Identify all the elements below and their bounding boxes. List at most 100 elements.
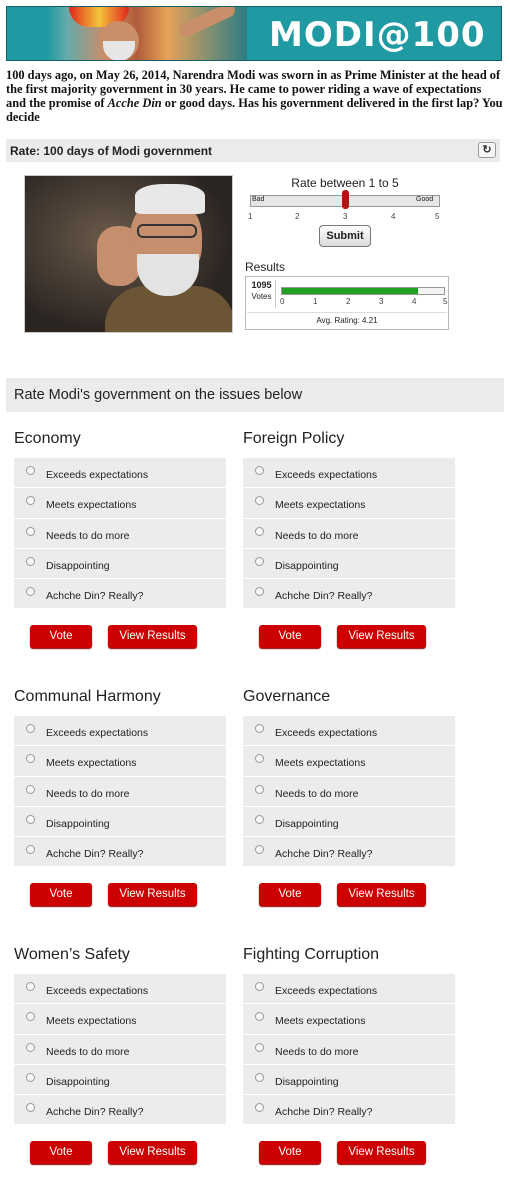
radio-button[interactable]: [26, 496, 35, 506]
poll-actions: Vote View Results: [14, 883, 226, 923]
option-label: Achche Din? Really?: [46, 1106, 144, 1119]
votes-cell: 1095 Votes: [248, 280, 276, 308]
slider-tick-label: 5: [435, 212, 440, 221]
vote-button[interactable]: Vote: [30, 625, 92, 649]
poll-option[interactable]: Meets expectations: [14, 746, 226, 777]
radio-button[interactable]: [255, 466, 264, 475]
poll-option[interactable]: Achche Din? Really?: [243, 579, 455, 610]
vote-button[interactable]: Vote: [259, 625, 321, 649]
poll-option[interactable]: Needs to do more: [243, 518, 455, 549]
option-label: Disappointing: [275, 817, 339, 830]
poll-option[interactable]: Disappointing: [14, 548, 226, 580]
poll-option[interactable]: Meets expectations: [14, 1004, 226, 1035]
view-results-button[interactable]: View Results: [108, 625, 197, 649]
poll-option[interactable]: Disappointing: [243, 806, 455, 838]
slider-thumb[interactable]: [342, 190, 349, 209]
radio-button[interactable]: [26, 1072, 35, 1082]
poll-actions: Vote View Results: [14, 625, 226, 665]
poll-option[interactable]: Needs to do more: [14, 776, 226, 807]
option-label: Disappointing: [46, 1075, 110, 1088]
option-label: Achche Din? Really?: [275, 590, 373, 603]
option-label: Exceeds expectations: [275, 727, 378, 739]
radio-button[interactable]: [26, 587, 35, 597]
radio-button[interactable]: [255, 526, 264, 536]
results-box: 1095 Votes 0 1 2 3 4 5 Avg. Rating: 4.21: [245, 276, 449, 330]
radio-button[interactable]: [26, 845, 35, 855]
poll-option[interactable]: Achche Din? Really?: [14, 579, 226, 610]
poll-title: Communal Harmony: [14, 688, 161, 705]
poll-option[interactable]: Needs to do more: [14, 1034, 226, 1065]
poll-title: Women’s Safety: [14, 946, 130, 963]
poll-option[interactable]: Achche Din? Really?: [14, 1095, 226, 1126]
view-results-button[interactable]: View Results: [108, 883, 197, 907]
view-results-button[interactable]: View Results: [337, 625, 426, 649]
option-label: Disappointing: [275, 1075, 339, 1088]
poll-option[interactable]: Disappointing: [14, 806, 226, 838]
radio-button[interactable]: [26, 1103, 35, 1113]
poll-option[interactable]: Exceeds expectations: [14, 974, 226, 1005]
poll-option[interactable]: Needs to do more: [243, 776, 455, 807]
poll-option[interactable]: Disappointing: [243, 1064, 455, 1096]
radio-button[interactable]: [26, 526, 35, 536]
option-label: Exceeds expectations: [46, 469, 149, 481]
poll-option[interactable]: Achche Din? Really?: [243, 1095, 455, 1126]
radio-button[interactable]: [26, 1042, 35, 1052]
radio-button[interactable]: [26, 466, 35, 475]
radio-button[interactable]: [26, 982, 35, 991]
poll-option[interactable]: Meets expectations: [243, 1004, 455, 1035]
poll-option[interactable]: Needs to do more: [14, 518, 226, 549]
banner-title: MODI@100: [269, 15, 486, 55]
radio-button[interactable]: [255, 724, 264, 733]
vote-button[interactable]: Vote: [30, 883, 92, 907]
poll-option[interactable]: Exceeds expectations: [14, 716, 226, 747]
radio-button[interactable]: [255, 556, 264, 566]
vote-button[interactable]: Vote: [259, 883, 321, 907]
radio-button[interactable]: [26, 814, 35, 824]
results-tick-label: 1: [313, 297, 318, 306]
radio-button[interactable]: [26, 754, 35, 764]
radio-button[interactable]: [255, 982, 264, 991]
radio-button[interactable]: [255, 845, 264, 855]
refresh-icon[interactable]: ↻: [478, 142, 496, 158]
results-label: Results: [245, 260, 286, 274]
poll-option[interactable]: Meets expectations: [243, 488, 455, 519]
results-tick-label: 5: [443, 297, 448, 306]
radio-button[interactable]: [26, 556, 35, 566]
poll-option[interactable]: Needs to do more: [243, 1034, 455, 1065]
slider-tick-label: 4: [391, 212, 396, 221]
vote-button[interactable]: Vote: [30, 1141, 92, 1165]
vote-button[interactable]: Vote: [259, 1141, 321, 1165]
radio-button[interactable]: [255, 1072, 264, 1082]
radio-button[interactable]: [255, 1103, 264, 1113]
radio-button[interactable]: [26, 724, 35, 733]
radio-button[interactable]: [26, 1012, 35, 1022]
submit-button[interactable]: Submit: [319, 225, 371, 247]
radio-button[interactable]: [255, 587, 264, 597]
radio-button[interactable]: [255, 1012, 264, 1022]
poll-option[interactable]: Disappointing: [243, 548, 455, 580]
poll-fighting-corruption: Fighting Corruption Exceeds expectations M…: [243, 946, 455, 1181]
poll-option[interactable]: Disappointing: [14, 1064, 226, 1096]
header-banner: MODI@100: [6, 6, 502, 61]
view-results-button[interactable]: View Results: [337, 883, 426, 907]
radio-button[interactable]: [255, 754, 264, 764]
radio-button[interactable]: [26, 784, 35, 794]
view-results-button[interactable]: View Results: [108, 1141, 197, 1165]
poll-option[interactable]: Achche Din? Really?: [243, 837, 455, 868]
poll-option[interactable]: Exceeds expectations: [243, 458, 455, 489]
option-label: Needs to do more: [275, 1045, 359, 1058]
poll-option[interactable]: Achche Din? Really?: [14, 837, 226, 868]
radio-button[interactable]: [255, 496, 264, 506]
option-label: Meets expectations: [275, 757, 366, 770]
view-results-button[interactable]: View Results: [337, 1141, 426, 1165]
radio-button[interactable]: [255, 784, 264, 794]
poll-option[interactable]: Exceeds expectations: [14, 458, 226, 489]
radio-button[interactable]: [255, 814, 264, 824]
poll-option[interactable]: Exceeds expectations: [243, 716, 455, 747]
poll-option[interactable]: Meets expectations: [243, 746, 455, 777]
radio-button[interactable]: [255, 1042, 264, 1052]
glasses-graphic: [137, 224, 197, 238]
option-label: Meets expectations: [46, 1015, 137, 1028]
poll-option[interactable]: Exceeds expectations: [243, 974, 455, 1005]
poll-option[interactable]: Meets expectations: [14, 488, 226, 519]
